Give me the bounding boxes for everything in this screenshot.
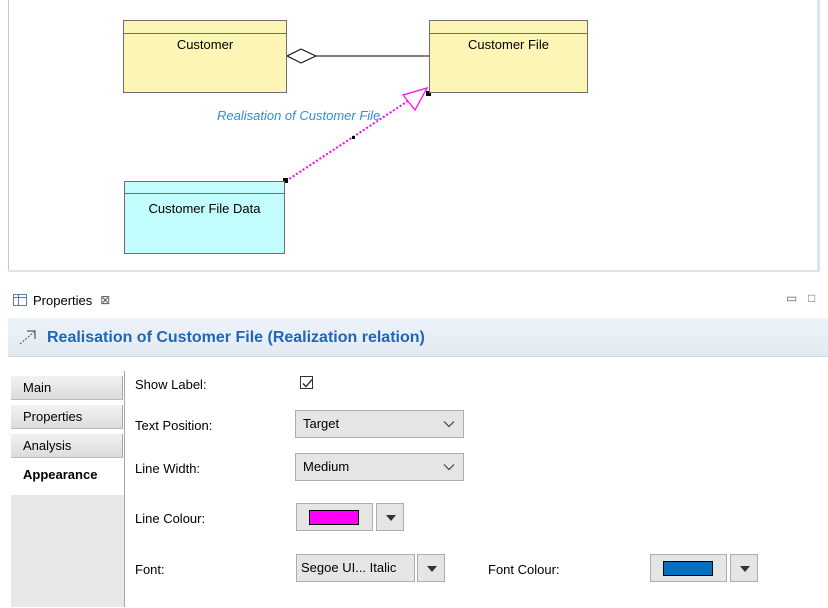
checkmark-icon — [302, 379, 313, 388]
chevron-down-icon — [443, 421, 455, 428]
line-width-label: Line Width: — [135, 461, 201, 476]
font-colour-label: Font Colour: — [488, 562, 560, 577]
font-colour-swatch — [663, 561, 713, 576]
connector-handle-mid[interactable] — [352, 136, 355, 139]
text-position-select[interactable]: Target — [295, 410, 464, 438]
class-header — [125, 182, 284, 194]
dropdown-triangle-icon — [386, 515, 396, 521]
tab-properties[interactable]: Properties ⊠ — [13, 290, 110, 310]
text-position-value: Target — [303, 416, 340, 431]
font-button[interactable]: Segoe UI... Italic — [296, 554, 415, 582]
diagram-canvas[interactable]: Customer Customer File Customer File Dat… — [0, 0, 828, 278]
line-width-value: Medium — [303, 459, 350, 474]
font-colour-button[interactable] — [650, 554, 727, 582]
side-tab-appearance[interactable]: Appearance — [11, 463, 123, 487]
aggregation-connector[interactable] — [285, 48, 430, 64]
class-customer-file[interactable]: Customer File — [429, 20, 588, 93]
class-header — [430, 21, 587, 34]
class-header — [124, 21, 286, 34]
chevron-down-icon — [443, 464, 455, 471]
relation-arrow-icon — [19, 330, 36, 345]
class-customer-file-data[interactable]: Customer File Data — [124, 181, 285, 254]
class-name: Customer File — [468, 37, 549, 52]
properties-view-tabbar: Properties ⊠ ▭ □ — [0, 280, 828, 317]
realization-arrowhead — [401, 87, 429, 112]
font-label: Font: — [135, 562, 165, 577]
font-colour-dropdown[interactable] — [730, 554, 758, 582]
properties-title-bar: Realisation of Customer File (Realizatio… — [8, 318, 828, 357]
class-name: Customer — [176, 37, 234, 52]
line-width-select[interactable]: Medium — [295, 453, 464, 481]
line-colour-label: Line Colour: — [135, 511, 206, 526]
tab-properties-label: Properties — [33, 292, 93, 308]
close-tab-icon[interactable]: ⊠ — [100, 293, 110, 307]
show-label-label: Show Label: — [135, 377, 207, 392]
minimize-icon[interactable]: ▭ — [786, 291, 797, 305]
properties-view-icon — [13, 294, 27, 306]
line-colour-dropdown[interactable] — [376, 503, 404, 531]
realization-connector[interactable] — [283, 87, 431, 183]
properties-title: Realisation of Customer File (Realizatio… — [47, 329, 425, 346]
side-tab-analysis[interactable]: Analysis — [11, 434, 123, 458]
side-tabs-filler — [11, 495, 124, 607]
properties-side-tabs: Main Properties Analysis Appearance — [11, 371, 125, 607]
dropdown-triangle-icon — [740, 566, 750, 572]
line-colour-swatch — [309, 510, 359, 525]
side-tab-main[interactable]: Main — [11, 376, 123, 400]
maximize-icon[interactable]: □ — [808, 291, 815, 305]
class-customer[interactable]: Customer — [123, 20, 287, 93]
aggregation-diamond — [285, 48, 318, 64]
relation-label[interactable]: Realisation of Customer File — [217, 108, 380, 123]
side-tab-properties[interactable]: Properties — [11, 405, 123, 429]
show-label-checkbox[interactable] — [300, 376, 313, 389]
font-dropdown[interactable] — [417, 554, 445, 582]
line-colour-button[interactable] — [296, 503, 373, 531]
dropdown-triangle-icon — [427, 566, 437, 572]
class-name: Customer File Data — [148, 201, 261, 216]
text-position-label: Text Position: — [135, 418, 213, 433]
